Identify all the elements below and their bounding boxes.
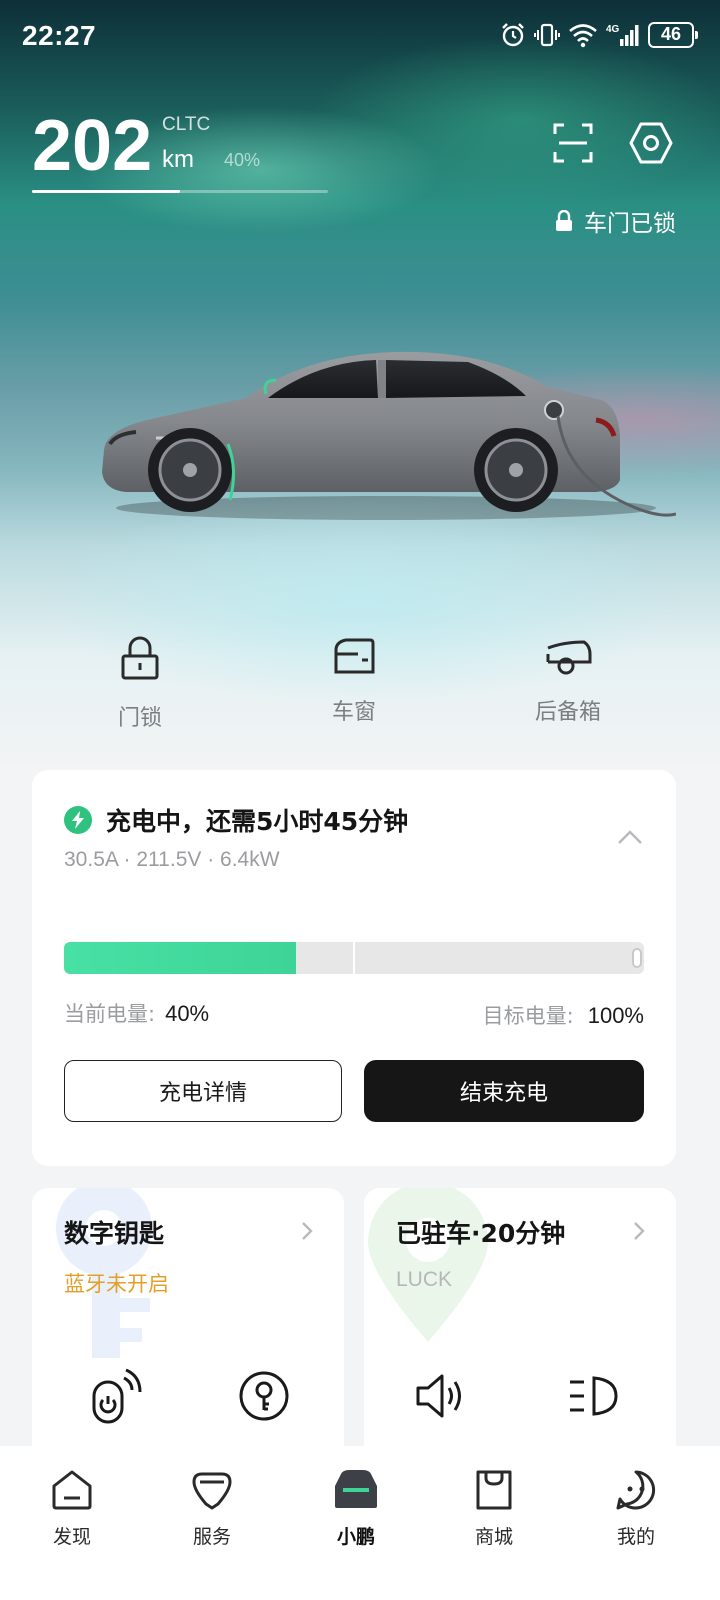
profile-icon	[616, 1470, 656, 1510]
nav-discover-label: 发现	[52, 1526, 91, 1548]
window-icon	[334, 638, 375, 674]
door-lock-control[interactable]: 门锁	[80, 636, 200, 732]
battery-indicator: 46	[648, 22, 698, 48]
status-bar: 22:27 4G 46	[0, 0, 720, 78]
digital-key-card[interactable]: 数字钥匙 蓝牙未开启	[32, 1188, 344, 1458]
bottom-navigation: 发现 服务 小鹏 商城 我的	[0, 1446, 720, 1600]
nav-service[interactable]: 服务	[162, 1468, 262, 1549]
charging-specs: 30.5A · 211.5V · 6.4kW	[64, 848, 280, 871]
nav-shop[interactable]: 商城	[444, 1468, 544, 1549]
chevron-right-icon	[302, 1222, 313, 1240]
door-lock-status[interactable]: 车门已锁	[554, 204, 676, 238]
stop-charging-button[interactable]: 结束充电	[364, 1060, 644, 1122]
chevron-right-icon	[634, 1222, 645, 1240]
nav-xpeng[interactable]: 小鹏	[306, 1468, 406, 1549]
nav-xpeng-label: 小鹏	[336, 1526, 375, 1548]
window-control[interactable]: 车窗	[294, 636, 414, 726]
window-label: 车窗	[331, 700, 376, 725]
charging-bolt-icon	[64, 806, 92, 834]
door-lock-label: 门锁	[117, 706, 162, 731]
trunk-label: 后备箱	[534, 700, 601, 725]
battery-percent: 40%	[224, 150, 261, 170]
charging-header: 充电中，还需5小时45分钟	[64, 802, 408, 838]
digital-key-title: 数字钥匙	[64, 1219, 165, 1248]
target-level-value: 100%	[587, 1003, 644, 1028]
trunk-control[interactable]: 后备箱	[508, 636, 628, 726]
charge-progress-fill	[64, 942, 296, 974]
alarm-icon	[502, 23, 524, 47]
chevron-up-icon[interactable]	[616, 828, 644, 846]
quick-controls: 门锁 车窗 后备箱	[0, 636, 720, 746]
headlight-icon[interactable]	[564, 1368, 620, 1424]
nav-service-label: 服务	[192, 1526, 231, 1548]
remote-start-icon[interactable]	[88, 1368, 144, 1424]
scan-icon[interactable]	[552, 122, 594, 164]
target-level: 目标电量: 100%	[483, 1000, 644, 1030]
charge-progress-bar[interactable]	[64, 942, 644, 974]
wifi-icon	[569, 24, 597, 48]
charging-status-title: 充电中，还需5小时45分钟	[106, 807, 409, 836]
lock-small-icon	[556, 210, 572, 231]
horn-speaker-icon[interactable]	[412, 1368, 468, 1424]
door-status-label: 车门已锁	[584, 211, 676, 237]
parking-title: 已驻车·20分钟	[396, 1219, 566, 1248]
current-level-value: 40%	[165, 1001, 210, 1026]
range-bar	[32, 190, 328, 193]
range-value: 202	[32, 106, 153, 186]
progress-midpoint-mark	[353, 942, 355, 974]
settings-icon[interactable]	[628, 120, 674, 166]
charge-detail-button[interactable]: 充电详情	[64, 1060, 342, 1122]
svg-text:4G: 4G	[606, 24, 620, 35]
vibrate-icon	[534, 23, 560, 47]
status-time: 22:27	[22, 20, 97, 51]
nav-profile-label: 我的	[616, 1526, 655, 1548]
status-icons: 4G 46	[500, 22, 698, 48]
target-handle[interactable]	[632, 948, 642, 968]
range-standard: CLTC	[162, 114, 211, 135]
nav-shop-label: 商城	[474, 1526, 513, 1548]
bluetooth-status: 蓝牙未开启	[64, 1272, 169, 1296]
discover-icon	[52, 1470, 92, 1510]
charging-card: 充电中，还需5小时45分钟 30.5A · 211.5V · 6.4kW 当前电…	[32, 770, 676, 1166]
key-icon[interactable]	[236, 1368, 292, 1424]
service-icon	[192, 1472, 232, 1510]
car-icon	[335, 1470, 377, 1508]
nav-discover[interactable]: 发现	[22, 1468, 122, 1549]
signal-4g-icon: 4G	[606, 24, 639, 46]
trunk-icon	[546, 640, 592, 675]
car-image	[102, 351, 676, 520]
lock-icon	[121, 636, 159, 680]
nav-profile[interactable]: 我的	[586, 1468, 686, 1549]
range-unit: km	[162, 146, 194, 173]
target-level-label: 目标电量:	[482, 1004, 574, 1028]
parking-card[interactable]: 已驻车·20分钟 LUCK	[364, 1188, 676, 1458]
range-bar-fill	[32, 190, 180, 193]
shop-icon	[476, 1470, 512, 1510]
parking-location: LUCK	[396, 1268, 453, 1291]
current-level-label: 当前电量:	[64, 1002, 156, 1026]
current-level: 当前电量: 40%	[64, 998, 209, 1028]
